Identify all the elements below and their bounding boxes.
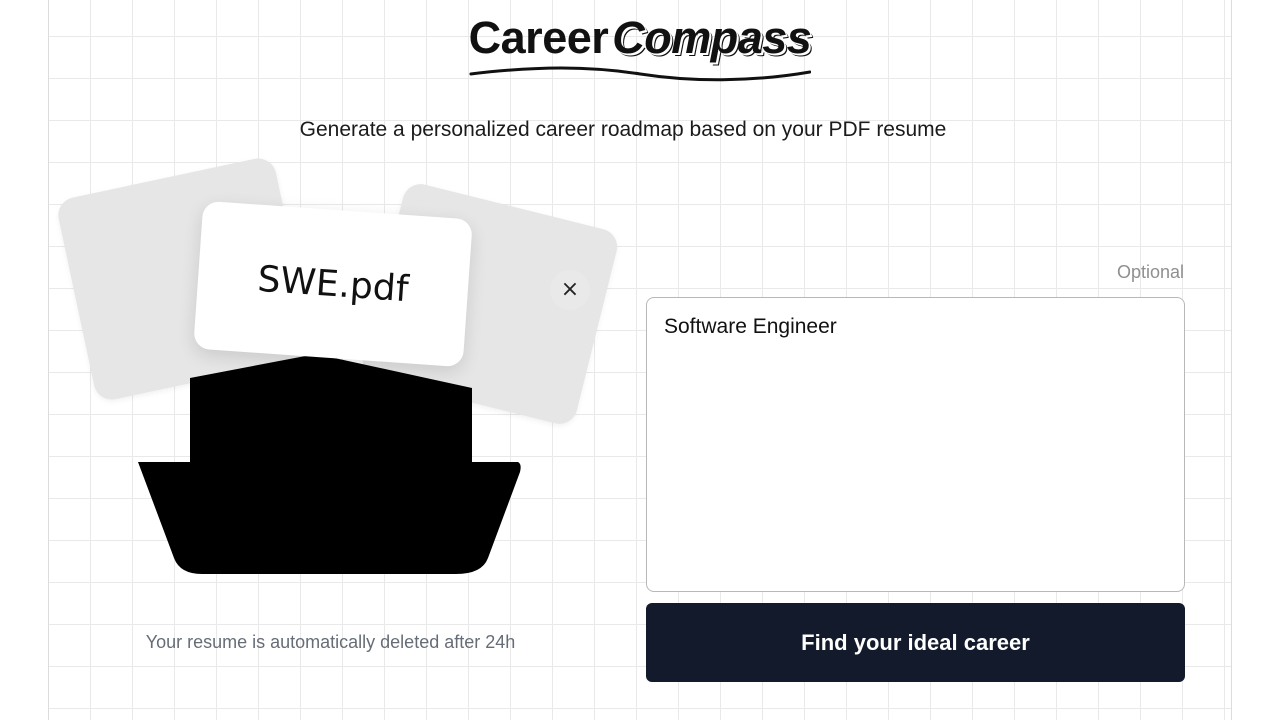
remove-file-button[interactable]: × [550,270,590,310]
resume-upload-area[interactable]: SWE.pdf × [0,0,640,720]
find-career-button[interactable]: Find your ideal career [646,603,1185,682]
resume-deletion-notice: Your resume is automatically deleted aft… [145,632,516,652]
file-box-icon [138,354,521,574]
logo-text-compass: Compass [612,12,812,63]
uploaded-file-card: SWE.pdf [193,200,473,368]
uploaded-file-name: SWE.pdf [256,258,410,310]
close-icon: × [560,277,580,302]
grid-border-right [1231,0,1232,720]
optional-label: Optional [1116,262,1184,282]
career-input[interactable]: Software Engineer [646,297,1185,592]
